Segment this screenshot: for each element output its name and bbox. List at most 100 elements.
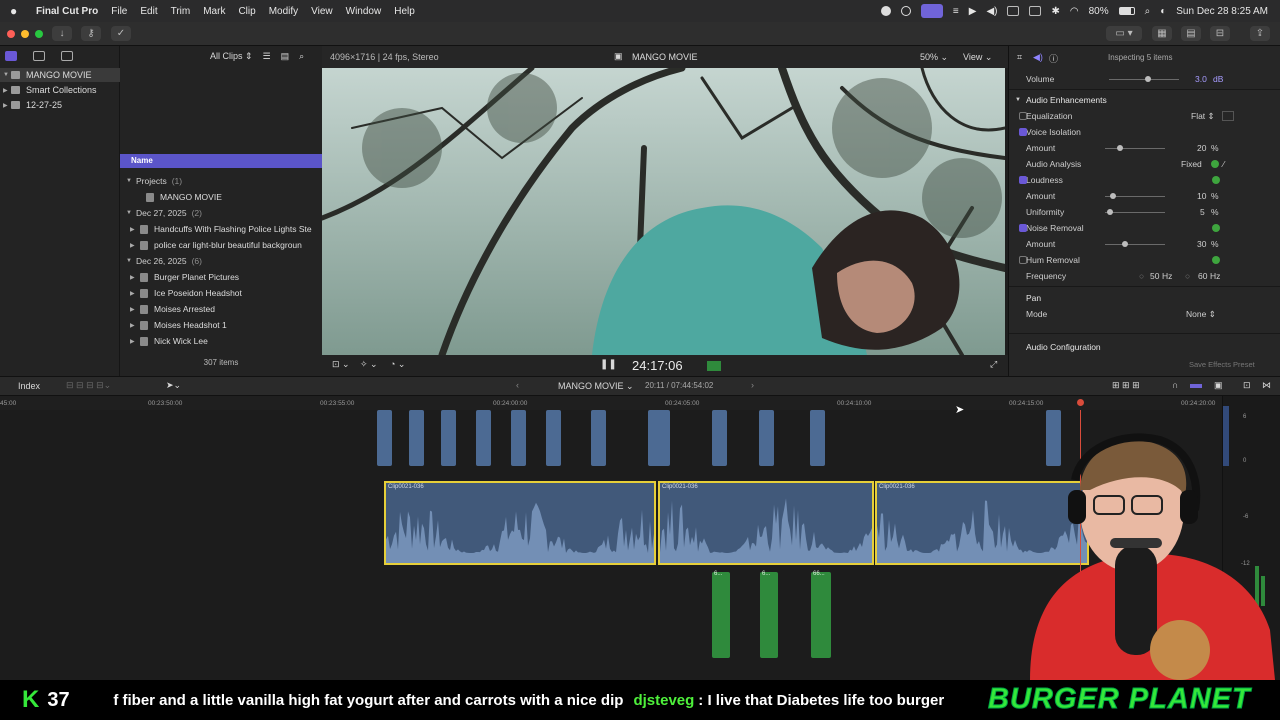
connected-clip[interactable]	[591, 410, 606, 466]
close-window-button[interactable]	[7, 30, 15, 38]
disclosure-icon[interactable]: ▶	[130, 226, 140, 233]
hum-removal-checkbox[interactable]	[1019, 256, 1027, 264]
clip-appearance-icon[interactable]: ▣	[1214, 380, 1223, 391]
disclosure-icon[interactable]: ▶	[3, 102, 11, 109]
viewer-canvas[interactable]	[322, 68, 1005, 355]
view-dropdown[interactable]: View ⌄	[963, 52, 992, 63]
eq-graph-icon[interactable]	[1222, 111, 1234, 121]
titles-tab-icon[interactable]	[61, 51, 73, 61]
disclosure-icon[interactable]: ▶	[130, 322, 140, 329]
vi-amount-value[interactable]: 20	[1197, 143, 1206, 153]
filmstrip-icon[interactable]: ☰	[263, 51, 271, 62]
disclosure-icon[interactable]: ▼	[126, 178, 136, 184]
effects-browser-icon[interactable]: ⊡	[1243, 380, 1251, 391]
background-tasks-button[interactable]: ✓	[111, 26, 131, 41]
connected-clip[interactable]	[810, 410, 825, 466]
wifi-icon[interactable]: ◠	[1070, 6, 1079, 17]
connected-clip[interactable]	[511, 410, 526, 466]
green-audio-clip[interactable]: 66...	[811, 571, 831, 658]
keywords-button[interactable]: ⚷	[81, 26, 101, 41]
skimming-icon[interactable]	[1190, 384, 1202, 388]
connected-clip[interactable]	[759, 410, 774, 466]
menu-help[interactable]: Help	[394, 6, 415, 17]
menu-window[interactable]: Window	[346, 6, 382, 17]
app-menu[interactable]: Final Cut Pro	[36, 6, 98, 17]
disclosure-icon[interactable]: ▶	[130, 338, 140, 345]
loudness-amount-slider[interactable]	[1105, 193, 1165, 199]
import-button[interactable]: ↓	[52, 26, 72, 41]
clip-filter-dropdown[interactable]: All Clips ⇕	[210, 51, 253, 62]
clip-tools-icon[interactable]: ⊟ ⊟ ⊟ ⊟⌄	[66, 380, 111, 391]
zoom-window-button[interactable]	[35, 30, 43, 38]
disclosure-icon[interactable]: ▶	[130, 242, 140, 249]
browser-item[interactable]: MANGO MOVIE	[120, 189, 322, 205]
fullscreen-icon[interactable]: ⤢	[990, 359, 997, 370]
equalization-checkbox[interactable]	[1019, 112, 1027, 120]
column-header-name[interactable]: Name	[120, 154, 322, 168]
sidebar-item-smart-collections[interactable]: ▶ Smart Collections	[0, 83, 120, 97]
menu-modify[interactable]: Modify	[269, 6, 298, 17]
libraries-tab-icon[interactable]	[5, 51, 17, 61]
toggle-browser-button[interactable]: ▦	[1152, 26, 1172, 41]
volume-value[interactable]: 3.0	[1195, 74, 1207, 84]
menu-clock[interactable]: Sun Dec 28 8:25 AM	[1176, 6, 1268, 17]
toggle-timeline-button[interactable]: ▤	[1181, 26, 1201, 41]
info-inspector-tab-icon[interactable]: ⓘ	[1049, 52, 1058, 65]
browser-item[interactable]: ▶ Moises Arrested	[120, 301, 322, 317]
speed-icon[interactable]: ◔ ⌄	[390, 359, 405, 370]
bluetooth-icon[interactable]: ✱	[1051, 6, 1059, 17]
pause-button[interactable]: ❚❚	[600, 359, 617, 370]
browser-item[interactable]: ▶ Ice Poseidon Headshot	[120, 285, 322, 301]
recording-icon[interactable]	[920, 4, 943, 18]
sidebar-item-library[interactable]: ▼ MANGO MOVIE	[0, 68, 120, 82]
sidebar-item-event[interactable]: ▶ 12-27-25	[0, 98, 120, 112]
magic-wand-icon[interactable]: ⁄	[1223, 159, 1224, 169]
disclosure-icon[interactable]: ▶	[3, 87, 11, 94]
loudness-checkbox[interactable]	[1019, 176, 1027, 184]
minimize-window-button[interactable]	[21, 30, 29, 38]
disclosure-icon[interactable]: ▶	[130, 290, 140, 297]
search-icon[interactable]: ⌕	[1145, 6, 1151, 17]
select-tool-icon[interactable]: ➤⌄	[166, 380, 181, 391]
browser-item[interactable]: ▶ police car light-blur beautiful backgro…	[120, 237, 322, 253]
browser-item[interactable]: ▶ Nick Wick Lee	[120, 333, 322, 349]
index-button[interactable]: Index	[18, 381, 40, 391]
history-back-icon[interactable]: ‹	[516, 380, 519, 390]
voice-isolation-checkbox[interactable]	[1019, 128, 1027, 136]
radio-50hz[interactable]: ○	[1139, 271, 1144, 281]
apple-menu-icon[interactable]: ●	[10, 4, 24, 18]
zoom-dropdown[interactable]: 50% ⌄	[920, 52, 948, 63]
search-icon[interactable]: ⌕	[299, 51, 304, 62]
connected-clip[interactable]	[546, 410, 561, 466]
radio-60hz[interactable]: ○	[1185, 271, 1190, 281]
pan-header[interactable]: Pan	[1009, 290, 1280, 306]
control-center-icon[interactable]: ◐	[1160, 6, 1166, 17]
disclosure-icon[interactable]: ▼	[126, 258, 136, 264]
timeline-ruler[interactable]: 45:00 00:23:50:00 00:23:55:00 00:24:00:0…	[0, 396, 1222, 410]
menu-edit[interactable]: Edit	[140, 6, 157, 17]
green-audio-clip[interactable]: 6...	[760, 571, 778, 658]
display-icon[interactable]	[1007, 6, 1020, 16]
browser-group[interactable]: ▼ Dec 26, 2025 (6)	[120, 253, 322, 269]
connected-clip[interactable]	[441, 410, 456, 466]
toggle-inspector-button[interactable]: ⊟	[1210, 26, 1230, 41]
disclosure-icon[interactable]: ▶	[130, 306, 140, 313]
green-audio-clip[interactable]: 6...	[712, 571, 730, 658]
menu-clip[interactable]: Clip	[238, 6, 255, 17]
audio-inspector-tab-icon[interactable]: ◀)	[1033, 52, 1043, 63]
connected-clip[interactable]	[712, 410, 727, 466]
zoom-controls-icon[interactable]: ⊞ ⊞ ⊞	[1112, 380, 1140, 391]
connected-clip[interactable]	[409, 410, 424, 466]
audio-enhancements-header[interactable]: ▼ Audio Enhancements	[1009, 92, 1280, 108]
pan-mode-dropdown[interactable]: None ⇕	[1186, 309, 1216, 320]
primary-clip[interactable]: Clip0021-036	[384, 481, 656, 565]
uniformity-value[interactable]: 5	[1200, 207, 1205, 217]
list-view-icon[interactable]: ▤	[281, 51, 290, 62]
connected-clip[interactable]	[476, 410, 491, 466]
disclosure-icon[interactable]: ▼	[1015, 97, 1021, 103]
history-forward-icon[interactable]: ›	[751, 380, 754, 390]
browser-group[interactable]: ▼ Dec 27, 2025 (2)	[120, 205, 322, 221]
nr-amount-value[interactable]: 30	[1197, 239, 1206, 249]
share-button[interactable]: ⇪	[1250, 26, 1270, 41]
menu-file[interactable]: File	[111, 6, 127, 17]
